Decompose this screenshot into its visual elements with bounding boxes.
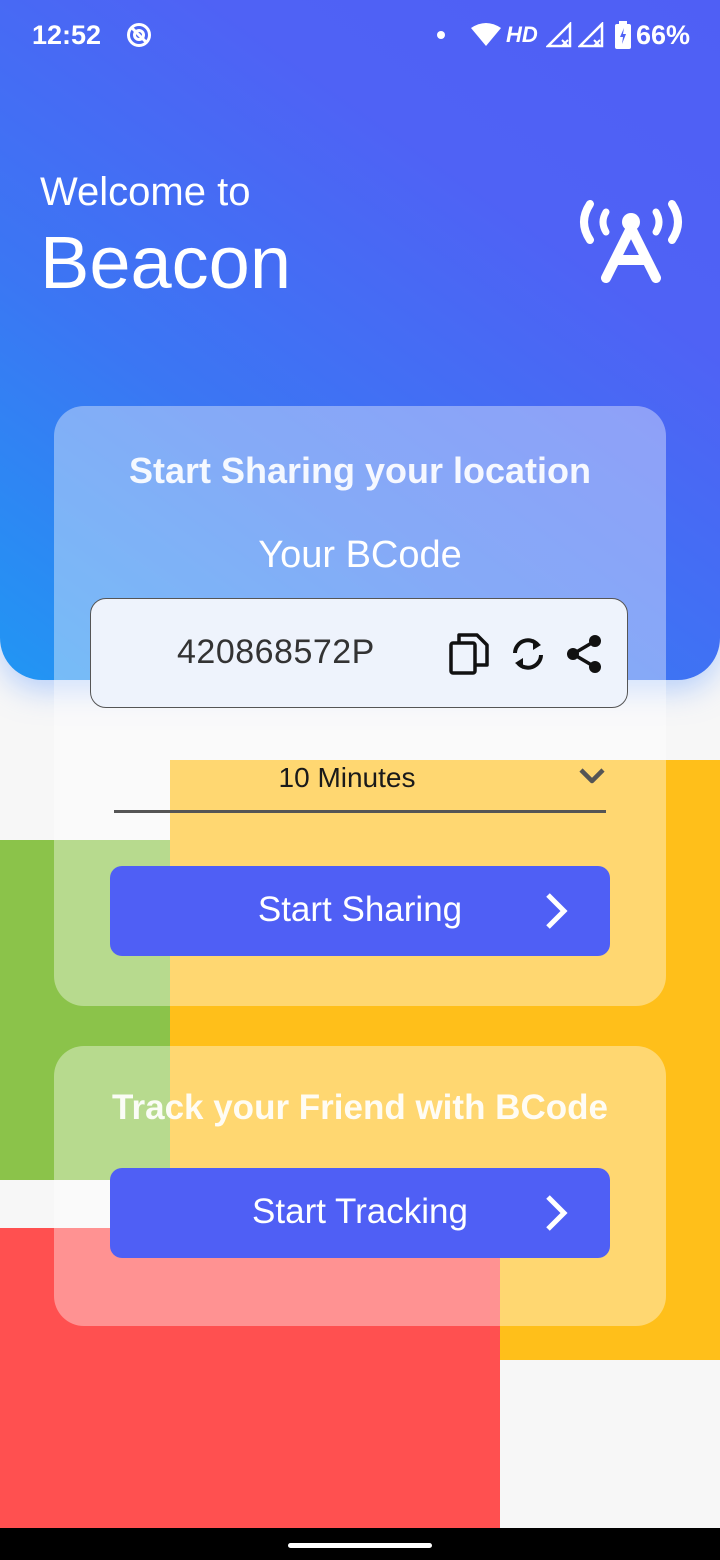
chevron-right-icon [546, 893, 568, 929]
chevron-right-icon [546, 1195, 568, 1231]
home-gesture-handle[interactable] [288, 1543, 432, 1548]
bcode-box: 420868572P [90, 598, 628, 708]
beacon-antenna-icon [580, 200, 682, 283]
welcome-text: Welcome to [40, 170, 251, 214]
share-location-card: Start Sharing your location Your BCode 4… [54, 406, 666, 1006]
signal-icon [578, 22, 604, 48]
battery-percent: 66% [636, 20, 691, 50]
network-type-label: HD [506, 22, 538, 47]
notification-dot [437, 31, 445, 39]
navigation-bar [0, 1528, 720, 1560]
track-friend-card: Track your Friend with BCode Start Track… [54, 1046, 666, 1326]
status-time: 12:52 [32, 20, 102, 50]
start-sharing-label: Start Sharing [257, 890, 463, 929]
start-tracking-label: Start Tracking [252, 1192, 468, 1231]
refresh-icon[interactable] [505, 631, 551, 677]
vpn-icon [127, 23, 151, 47]
bcode-value: 420868572P [177, 633, 375, 671]
track-card-title: Track your Friend with BCode [112, 1088, 608, 1127]
status-bar: 12:52 HD 66% [0, 0, 720, 72]
duration-dropdown[interactable]: 10 Minutes [114, 752, 606, 813]
share-icon[interactable] [561, 631, 607, 677]
signal-icon [546, 22, 572, 48]
start-tracking-button[interactable]: Start Tracking [110, 1168, 610, 1258]
duration-selected: 10 Minutes [278, 762, 416, 793]
copy-icon[interactable] [447, 631, 493, 677]
wifi-icon [471, 23, 501, 46]
share-card-title: Start Sharing your location [128, 450, 592, 491]
bcode-label: Your BCode [258, 534, 462, 576]
chevron-down-icon [579, 768, 605, 784]
start-sharing-button[interactable]: Start Sharing [110, 866, 610, 956]
battery-icon [615, 21, 631, 49]
app-name: Beacon [40, 221, 291, 304]
